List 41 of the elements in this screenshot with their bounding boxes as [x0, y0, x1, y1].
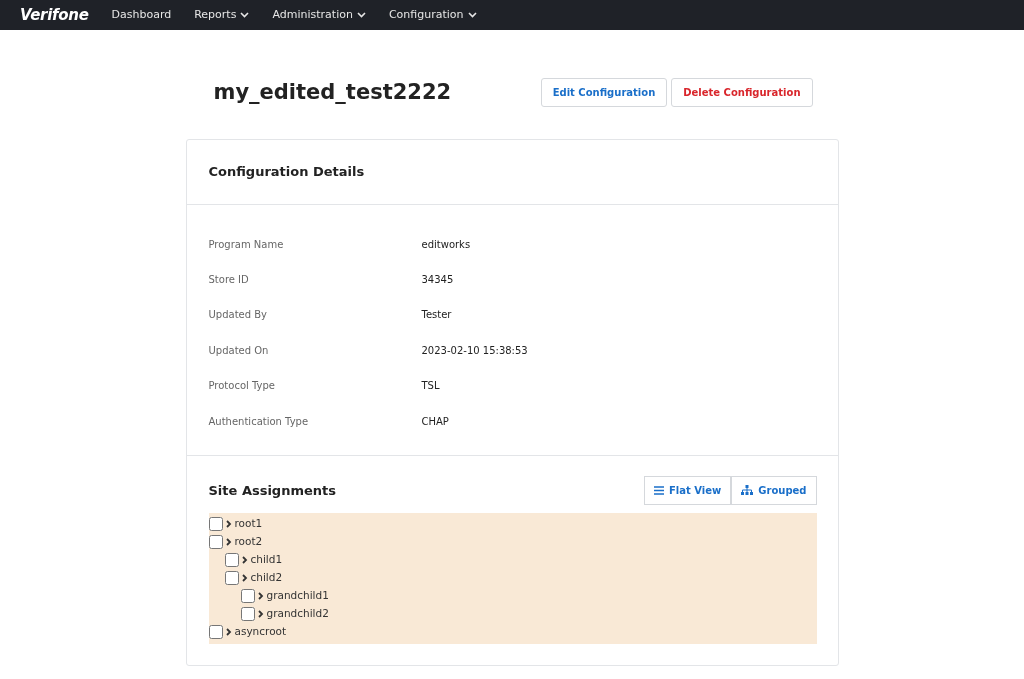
tree-checkbox[interactable] — [240, 588, 255, 603]
tree-checkbox[interactable] — [208, 624, 223, 639]
nav-link[interactable]: Dashboard — [111, 6, 172, 24]
tree-checkbox[interactable] — [240, 606, 255, 621]
tree-label[interactable]: child2 — [250, 569, 283, 586]
field-label: Updated By — [208, 308, 269, 323]
nav-link[interactable]: Configuration — [388, 6, 477, 24]
tree-checkbox[interactable] — [208, 516, 223, 531]
field-value: CHAP — [421, 414, 449, 429]
section-title: Site Assignments — [208, 481, 336, 500]
card-title: Configuration Details — [186, 140, 838, 205]
edit-button[interactable]: Edit Configuration — [540, 78, 668, 107]
tree-label[interactable]: root1 — [234, 515, 263, 532]
field-label: Updated On — [208, 343, 270, 358]
field-value: TSL — [421, 379, 440, 394]
tree-checkbox[interactable] — [224, 570, 239, 585]
tree-label[interactable]: grandchild2 — [266, 605, 329, 622]
tree-label[interactable]: grandchild1 — [266, 587, 329, 604]
tree-checkbox[interactable] — [224, 552, 239, 567]
field-value: editworks — [421, 237, 471, 252]
field-label: Program Name — [208, 237, 285, 252]
nav-link[interactable]: Reports — [194, 6, 250, 24]
chevron-icon — [225, 627, 232, 636]
field-label: Authentication Type — [208, 414, 310, 429]
field-label: Store ID — [208, 273, 250, 288]
field-label: Protocol Type — [208, 379, 276, 394]
field-value: 2023-02-10 15:38:53 — [421, 343, 528, 358]
page-title: my_edited_test2222 — [213, 79, 452, 106]
tree-label[interactable]: root2 — [234, 533, 263, 550]
field-value: Tester — [421, 308, 452, 323]
grouped-button[interactable]: Grouped — [731, 475, 817, 505]
delete-button[interactable]: Delete Configuration — [671, 78, 813, 107]
nav-link[interactable]: Administration — [272, 6, 366, 24]
tree-label[interactable]: asyncroot — [234, 623, 287, 640]
flat-view-button[interactable]: Flat View — [644, 475, 732, 505]
tree-label[interactable]: child1 — [250, 551, 283, 568]
brand-logo[interactable]: Verifone — [20, 3, 89, 27]
hierarchy-icon — [741, 485, 754, 496]
tree-checkbox[interactable] — [208, 534, 223, 549]
field-value: 34345 — [421, 273, 454, 288]
list-icon — [654, 485, 664, 495]
